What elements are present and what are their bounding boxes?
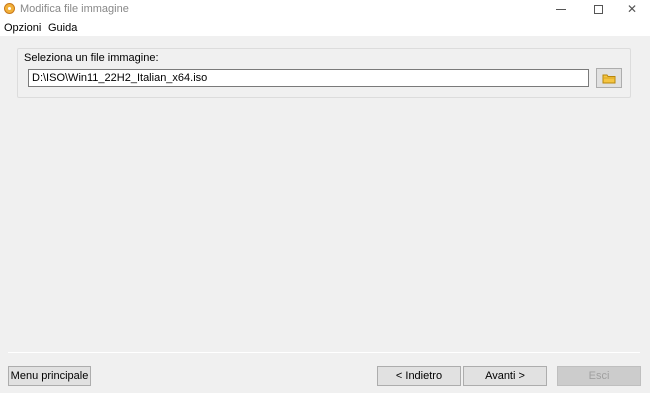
menu-bar: Opzioni Guida: [0, 18, 650, 36]
close-button[interactable]: ✕: [614, 0, 650, 18]
folder-icon: [602, 74, 616, 83]
footer-separator: [8, 352, 640, 353]
title-bar: Modifica file immagine ✕: [0, 0, 650, 18]
minimize-icon: [556, 8, 566, 10]
exit-button[interactable]: Esci: [557, 366, 641, 386]
minimize-button[interactable]: [543, 0, 579, 18]
next-button[interactable]: Avanti >: [463, 366, 547, 386]
window-title: Modifica file immagine: [20, 3, 129, 15]
menu-item-opzioni[interactable]: Opzioni: [4, 22, 41, 34]
file-select-label: Seleziona un file immagine:: [24, 52, 159, 64]
close-icon: ✕: [626, 2, 638, 16]
file-select-group: Seleziona un file immagine:: [17, 48, 631, 98]
back-button[interactable]: < Indietro: [377, 366, 461, 386]
browse-button[interactable]: [596, 68, 622, 88]
main-menu-button[interactable]: Menu principale: [8, 366, 91, 386]
menu-item-guida[interactable]: Guida: [48, 22, 77, 34]
maximize-button[interactable]: [580, 0, 616, 18]
app-disc-icon: [4, 3, 15, 14]
maximize-icon: [593, 4, 603, 14]
image-path-input[interactable]: [28, 69, 589, 87]
